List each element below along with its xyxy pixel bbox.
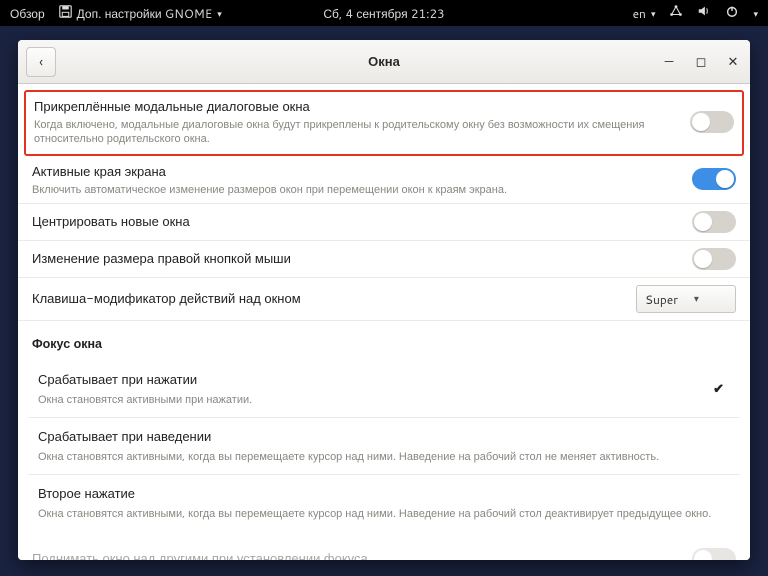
close-button[interactable]: ✕	[724, 53, 742, 71]
activities-button[interactable]: Обзор	[10, 5, 45, 22]
focus-option-hover[interactable]: Срабатывает при наведении Окна становятс…	[28, 418, 740, 475]
row-modkey: Клавиша-модификатор действий над окном S…	[18, 278, 750, 321]
app-menu-label: Доп. настройки GNOME	[77, 5, 213, 22]
edge-tiling-label: Активные края экрана	[32, 163, 682, 181]
lang-label: en	[633, 5, 646, 22]
edge-tiling-desc: Включить автоматическое изменение размер…	[32, 183, 682, 197]
raise-on-focus-label: Поднимать окно над другими при установле…	[32, 550, 682, 560]
network-icon[interactable]	[669, 4, 683, 22]
back-button[interactable]: ‹	[26, 47, 56, 77]
attached-dialogs-desc: Когда включено, модальные диалоговые окн…	[34, 118, 680, 146]
maximize-button[interactable]: ◻	[692, 53, 710, 71]
app-menu[interactable]: Доп. настройки GNOME ▾	[59, 5, 222, 22]
checkmark-icon: ✔	[713, 380, 730, 398]
power-icon[interactable]	[725, 4, 739, 22]
content-area: Прикреплённые модальные диалоговые окна …	[18, 84, 750, 560]
save-icon	[59, 5, 72, 22]
clock[interactable]: Сб, 4 сентября 21:23	[323, 5, 444, 22]
focus-options: Срабатывает при нажатии Окна становятся …	[18, 361, 750, 541]
raise-on-focus-toggle	[692, 548, 736, 560]
attached-dialogs-toggle[interactable]	[690, 111, 734, 133]
resize-rightclick-label: Изменение размера правой кнопкой мыши	[32, 250, 682, 268]
focus-second-title: Второе нажатие	[38, 485, 730, 503]
volume-icon[interactable]	[697, 4, 711, 22]
headerbar: ‹ Окна — ◻ ✕	[18, 40, 750, 84]
chevron-down-icon: ▾	[694, 292, 699, 306]
attached-dialogs-label: Прикреплённые модальные диалоговые окна	[34, 98, 680, 116]
caret-down-icon: ▾	[651, 7, 656, 20]
minimize-button[interactable]: —	[660, 53, 678, 71]
resize-rightclick-toggle[interactable]	[692, 248, 736, 270]
center-windows-toggle[interactable]	[692, 211, 736, 233]
center-windows-label: Центрировать новые окна	[32, 213, 682, 231]
window-title: Окна	[368, 53, 400, 71]
modkey-value: Super	[645, 291, 678, 308]
row-attached-dialogs: Прикреплённые модальные диалоговые окна …	[24, 90, 744, 156]
modkey-combo[interactable]: Super ▾	[636, 285, 736, 313]
focus-option-second[interactable]: Второе нажатие Окна становятся активными…	[28, 475, 740, 531]
edge-tiling-toggle[interactable]	[692, 168, 736, 190]
focus-click-desc: Окна становятся активными при нажатии.	[38, 391, 713, 407]
focus-option-click[interactable]: Срабатывает при нажатии Окна становятся …	[28, 361, 740, 418]
row-resize-rightclick: Изменение размера правой кнопкой мыши	[18, 241, 750, 278]
row-edge-tiling: Активные края экрана Включить автоматиче…	[18, 156, 750, 205]
focus-section-header: Фокус окна	[18, 321, 750, 361]
caret-down-icon: ▾	[217, 7, 222, 20]
input-lang[interactable]: en ▾	[633, 5, 656, 22]
focus-hover-desc: Окна становятся активными, когда вы пере…	[38, 448, 730, 464]
modkey-label: Клавиша-модификатор действий над окном	[32, 290, 626, 308]
focus-hover-title: Срабатывает при наведении	[38, 428, 730, 446]
row-center-windows: Центрировать новые окна	[18, 204, 750, 241]
tweaks-window: ‹ Окна — ◻ ✕ Прикреплённые модальные диа…	[18, 40, 750, 560]
top-panel: Обзор Доп. настройки GNOME ▾ Сб, 4 сентя…	[0, 0, 768, 26]
caret-down-icon: ▾	[753, 7, 758, 20]
focus-click-title: Срабатывает при нажатии	[38, 371, 713, 389]
focus-second-desc: Окна становятся активными, когда вы пере…	[38, 505, 730, 521]
row-raise-on-focus: Поднимать окно над другими при установле…	[18, 541, 750, 560]
